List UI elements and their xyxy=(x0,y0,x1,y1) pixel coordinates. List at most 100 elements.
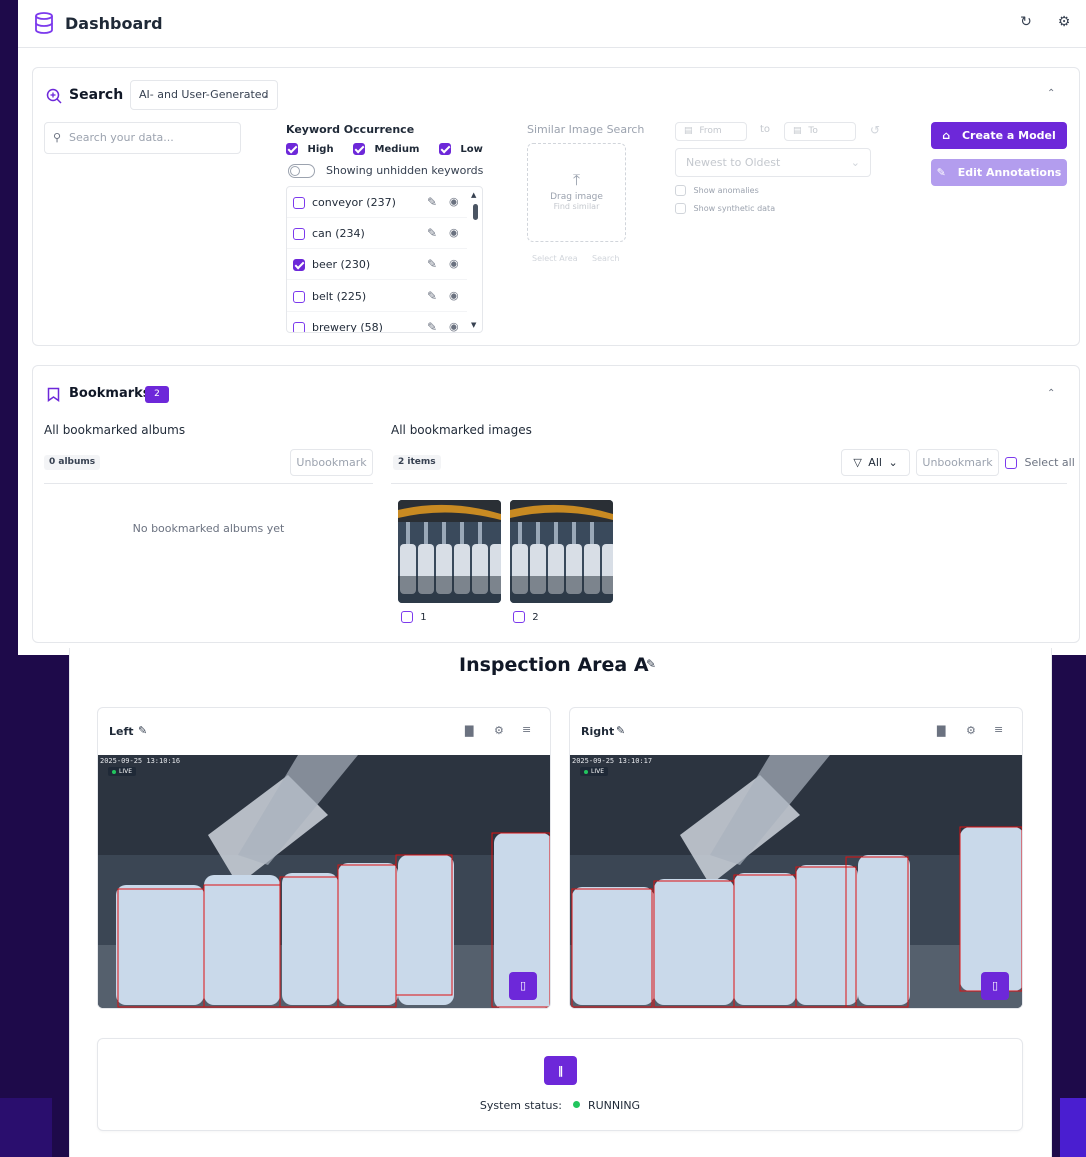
edit-icon: ✎ xyxy=(936,166,946,179)
eye-icon[interactable]: ◉ xyxy=(449,257,459,270)
camera-timestamp: 2025-09-25 13:10:16 xyxy=(100,757,181,765)
keyword-checkbox[interactable] xyxy=(293,228,305,240)
medium-checkbox[interactable] xyxy=(353,143,366,155)
gear-icon[interactable]: ⚙ xyxy=(1056,14,1072,30)
eye-icon[interactable]: ◉ xyxy=(449,195,459,208)
live-label: LIVE xyxy=(119,768,133,775)
eye-icon[interactable]: ◉ xyxy=(449,226,459,239)
pencil-icon[interactable]: ✎ xyxy=(427,226,437,240)
scroll-up-icon[interactable]: ▲ xyxy=(471,191,476,199)
unhidden-toggle[interactable] xyxy=(288,164,315,178)
high-checkbox[interactable] xyxy=(286,143,298,155)
list-item[interactable]: can (234) ✎ ◉ xyxy=(287,218,467,249)
search-link[interactable]: Search xyxy=(592,254,619,263)
from-date-input[interactable]: ▤ From xyxy=(675,122,747,141)
select-area-link[interactable]: Select Area xyxy=(532,254,578,263)
albums-count-tag: 0 albums xyxy=(44,455,101,470)
image-checkbox[interactable] xyxy=(513,611,525,623)
select-all-checkbox[interactable] xyxy=(1005,457,1017,469)
select-all-row[interactable]: Select all xyxy=(1005,456,1075,469)
collapse-search-icon[interactable]: ⌃ xyxy=(1047,88,1055,99)
filter-icon: ▽ xyxy=(853,456,862,469)
camera-feed[interactable]: 2025-09-25 13:10:17 LIVE ▯ xyxy=(570,755,1022,1008)
edit-icon[interactable]: ✎ xyxy=(138,724,147,737)
anomalies-checkbox[interactable] xyxy=(675,185,686,196)
edit-icon[interactable]: ✎ xyxy=(646,657,656,671)
live-badge: LIVE xyxy=(580,767,609,776)
keyword-checkbox[interactable] xyxy=(293,322,305,332)
live-label: LIVE xyxy=(591,768,605,775)
scroll-down-icon[interactable]: ▼ xyxy=(471,321,476,329)
keyword-label: beer (230) xyxy=(312,258,371,271)
camera-feed[interactable]: 2025-09-25 13:10:16 LIVE ▯ xyxy=(98,755,550,1008)
reset-icon[interactable]: ↺ xyxy=(870,123,880,137)
image-select-1[interactable]: 1 xyxy=(401,611,427,623)
bookmarked-image-thumbnail[interactable] xyxy=(398,500,501,603)
images-unbookmark-button[interactable]: Unbookmark xyxy=(916,449,999,476)
eye-icon[interactable]: ◉ xyxy=(449,289,459,302)
status-label: System status: xyxy=(479,1099,562,1112)
filter-dropdown[interactable]: ▽ All ⌄ xyxy=(841,449,910,476)
bottling-line-image xyxy=(510,500,613,603)
bookmark-frame-button[interactable]: ▯ xyxy=(509,972,537,1000)
search-input[interactable]: ⚲ Search your data... xyxy=(44,122,241,154)
image-dropzone[interactable]: ⤒ Drag image Find similar xyxy=(527,143,626,242)
pencil-icon[interactable]: ✎ xyxy=(427,195,437,209)
pause-button[interactable]: ‖ xyxy=(544,1056,577,1085)
menu-icon[interactable]: ≡ xyxy=(994,723,1003,736)
edit-annotations-button[interactable]: ✎ Edit Annotations xyxy=(931,159,1067,186)
edit-icon[interactable]: ✎ xyxy=(616,724,625,737)
app-title: Dashboard xyxy=(65,14,163,33)
to-date-input[interactable]: ▤ To xyxy=(784,122,856,141)
background-right xyxy=(1060,1098,1086,1157)
anomalies-label: Show anomalies xyxy=(693,186,759,195)
top-bar: Dashboard ↻ ⚙ xyxy=(18,0,1086,48)
list-item[interactable]: belt (225) ✎ ◉ xyxy=(287,281,467,312)
gear-icon[interactable]: ⚙ xyxy=(966,724,976,737)
search-mode-select[interactable]: AI- and User-Generated ⌄ xyxy=(130,80,278,110)
pencil-icon[interactable]: ✎ xyxy=(427,257,437,271)
list-item[interactable]: conveyor (237) ✎ ◉ xyxy=(287,187,467,218)
create-model-label: Create a Model xyxy=(961,129,1056,142)
low-checkbox[interactable] xyxy=(438,143,451,155)
camera-card-right: Right ✎ ▇ ⚙ ≡ 2025-09-25 13:10:17 LIVE ▯ xyxy=(569,707,1023,1009)
chart-icon[interactable]: ▇ xyxy=(465,724,473,737)
search-mode-value: AI- and User-Generated xyxy=(139,88,269,101)
keyword-checkbox[interactable] xyxy=(293,197,305,209)
synthetic-checkbox[interactable] xyxy=(675,203,686,214)
create-model-button[interactable]: ⌂ Create a Model xyxy=(931,122,1067,149)
bookmarks-title: Bookmarks xyxy=(69,386,151,401)
gear-icon[interactable]: ⚙ xyxy=(494,724,504,737)
toggle-label: Showing unhidden keywords xyxy=(326,164,484,177)
bookmark-frame-button[interactable]: ▯ xyxy=(981,972,1009,1000)
camera-header: Right ✎ ▇ ⚙ ≡ xyxy=(570,708,1022,755)
menu-icon[interactable]: ≡ xyxy=(522,723,531,736)
zoom-in-icon xyxy=(46,88,62,104)
pencil-icon[interactable]: ✎ xyxy=(427,320,437,332)
albums-unbookmark-button[interactable]: Unbookmark xyxy=(290,449,373,476)
bookmarked-image-thumbnail[interactable] xyxy=(510,500,613,603)
keyword-label: belt (225) xyxy=(312,290,367,303)
pause-icon: ‖ xyxy=(557,1064,564,1077)
keyword-scrollbar[interactable]: ▲ ▼ xyxy=(470,191,480,330)
refresh-icon[interactable]: ↻ xyxy=(1018,14,1034,30)
high-label: High xyxy=(307,144,334,155)
keyword-checkbox[interactable] xyxy=(293,259,305,271)
list-item[interactable]: beer (230) ✎ ◉ xyxy=(287,249,467,280)
image-select-2[interactable]: 2 xyxy=(513,611,539,623)
search-icon: ⚲ xyxy=(53,131,62,144)
scroll-thumb[interactable] xyxy=(473,204,478,220)
image-checkbox[interactable] xyxy=(401,611,413,623)
show-synthetic-row[interactable]: Show synthetic data xyxy=(675,203,775,214)
collapse-bookmarks-icon[interactable]: ⌃ xyxy=(1047,388,1055,399)
list-item[interactable]: brewery (58) ✎ ◉ xyxy=(287,312,467,332)
drag-label: Drag image xyxy=(550,192,603,202)
eye-icon[interactable]: ◉ xyxy=(449,320,459,332)
keyword-checkbox[interactable] xyxy=(293,291,305,303)
chart-icon[interactable]: ▇ xyxy=(937,724,945,737)
sort-select[interactable]: Newest to Oldest ⌄ xyxy=(675,148,871,177)
pencil-icon[interactable]: ✎ xyxy=(427,289,437,303)
chevron-down-icon: ⌄ xyxy=(888,456,898,469)
level-filters: High Medium Low xyxy=(286,143,483,155)
show-anomalies-row[interactable]: Show anomalies xyxy=(675,185,759,196)
